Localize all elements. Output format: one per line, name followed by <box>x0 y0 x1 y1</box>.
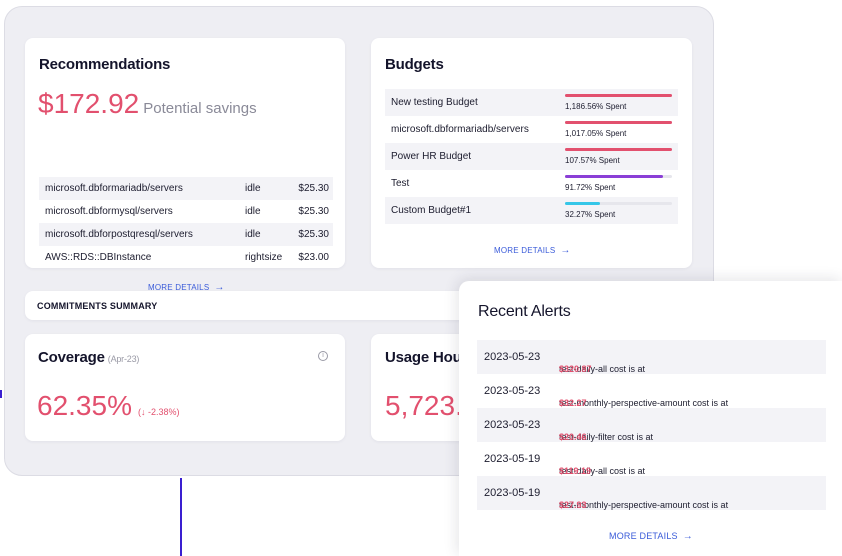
coverage-value-block: 62.35% (↓ -2.38%) <box>37 390 179 422</box>
budget-spent-label: 91.72% Spent <box>565 183 616 192</box>
alert-date: 2023-05-23 <box>484 385 541 397</box>
recent-alerts-title: Recent Alerts <box>478 303 571 320</box>
budget-row[interactable]: New testing Budget 1,186.56% Spent <box>385 89 678 116</box>
budget-progress-bar <box>565 175 672 178</box>
alert-amount: $27.93 <box>559 500 587 510</box>
resource-name: microsoft.dbforpostqresql/servers <box>45 229 193 240</box>
alert-item[interactable]: 2023-05-19 test-monthly-perspective-amou… <box>477 476 826 510</box>
alerts-more-details-link[interactable]: MORE DETAILS → <box>609 531 693 542</box>
recommendation-type: idle <box>245 229 261 240</box>
budget-progress-bar <box>565 202 672 205</box>
coverage-delta: (↓ -2.38%) <box>137 407 180 417</box>
table-row[interactable]: microsoft.dbformysql/servers idle $25.30 <box>39 200 333 223</box>
recent-alerts-panel: Recent Alerts 2023-05-23 test-daily-all … <box>459 281 842 556</box>
budget-progress-fill <box>565 94 672 97</box>
more-details-label: MORE DETAILS <box>609 531 678 541</box>
alerts-list: 2023-05-23 test-daily-all cost is at $32… <box>477 340 826 510</box>
budget-spent-label: 1,186.56% Spent <box>565 102 627 111</box>
recommendations-card: Recommendations $172.92 Potential savings… <box>25 38 345 293</box>
potential-savings: $172.92 Potential savings <box>38 88 257 120</box>
savings-label: Potential savings <box>143 100 257 117</box>
recommendation-type: idle <box>245 206 261 217</box>
resource-name: AWS::RDS::DBInstance <box>45 252 152 263</box>
budgets-table: New testing Budget 1,186.56% Spent micro… <box>385 89 678 224</box>
table-row[interactable]: microsoft.dbformariadb/servers idle $25.… <box>39 177 333 200</box>
alert-date: 2023-05-23 <box>484 419 541 431</box>
budget-progress-bar <box>565 121 672 124</box>
alert-amount: $32.27 <box>559 398 587 408</box>
recommendations-table: microsoft.dbformariadb/servers idle $25.… <box>39 177 333 269</box>
usage-hours-title: Usage Hou <box>385 349 462 366</box>
budget-row[interactable]: Custom Budget#1 32.27% Spent <box>385 197 678 224</box>
alert-date: 2023-05-23 <box>484 351 541 363</box>
coverage-value: 62.35% <box>37 390 132 421</box>
table-row[interactable]: microsoft.dbforpostqresql/servers idle $… <box>39 223 333 246</box>
budgets-card: Budgets New testing Budget 1,186.56% Spe… <box>371 38 692 268</box>
budget-progress-bar <box>565 148 672 151</box>
budget-row[interactable]: Test 91.72% Spent <box>385 170 678 197</box>
resource-name: microsoft.dbformariadb/servers <box>45 183 183 194</box>
alert-amount: $20.46 <box>559 432 587 442</box>
recommendation-type: rightsize <box>245 252 283 263</box>
resource-name: microsoft.dbformysql/servers <box>45 206 173 217</box>
savings-cost: $25.30 <box>298 183 329 194</box>
budget-name: microsoft.dbformariadb/servers <box>391 124 529 135</box>
budget-progress-bar <box>565 94 672 97</box>
budget-name: New testing Budget <box>391 97 478 108</box>
savings-amount: $172.92 <box>38 88 140 119</box>
alert-item[interactable]: 2023-05-23 test-daily-all cost is at $32… <box>477 340 826 374</box>
alert-amount: $320.87 <box>559 364 592 374</box>
more-details-label: MORE DETAILS <box>494 246 556 255</box>
budget-name: Custom Budget#1 <box>391 205 472 216</box>
budget-progress-fill <box>565 202 600 205</box>
savings-cost: $25.30 <box>298 206 329 217</box>
alert-date: 2023-05-19 <box>484 453 541 465</box>
alert-item[interactable]: 2023-05-23 test-monthly-perspective-amou… <box>477 374 826 408</box>
budget-progress-fill <box>565 148 672 151</box>
budget-row[interactable]: Power HR Budget 107.57% Spent <box>385 143 678 170</box>
budget-spent-label: 107.57% Spent <box>565 156 620 165</box>
alert-date: 2023-05-19 <box>484 487 541 499</box>
decorative-line <box>180 478 182 556</box>
budgets-title: Budgets <box>385 56 444 73</box>
coverage-title-label: Coverage <box>38 349 105 366</box>
budget-name: Test <box>391 178 410 189</box>
coverage-period: (Apr-23) <box>107 354 140 364</box>
budget-spent-label: 1,017.05% Spent <box>565 129 627 138</box>
budget-name: Power HR Budget <box>391 151 472 162</box>
savings-cost: $25.30 <box>298 229 329 240</box>
coverage-title: Coverage (Apr-23) <box>38 349 139 366</box>
budgets-more-details-link[interactable]: MORE DETAILS → <box>494 245 571 256</box>
arrow-right-icon: → <box>682 531 693 542</box>
table-row[interactable]: AWS::RDS::DBInstance rightsize $23.00 <box>39 246 333 269</box>
recommendation-type: idle <box>245 183 261 194</box>
alert-item[interactable]: 2023-05-19 test-daily-all cost is at $11… <box>477 442 826 476</box>
alert-item[interactable]: 2023-05-23 test-daily-filter cost is at … <box>477 408 826 442</box>
budget-progress-fill <box>565 175 664 178</box>
budget-progress-fill <box>565 121 672 124</box>
info-icon[interactable]: i <box>318 351 328 361</box>
commitments-summary-title: COMMITMENTS SUMMARY <box>37 301 158 311</box>
budget-row[interactable]: microsoft.dbformariadb/servers 1,017.05%… <box>385 116 678 143</box>
decorative-tick <box>0 390 4 398</box>
coverage-card: Coverage (Apr-23) i 62.35% (↓ -2.38%) <box>25 334 345 441</box>
savings-cost: $23.00 <box>298 252 329 263</box>
recommendations-title: Recommendations <box>39 56 171 73</box>
arrow-right-icon: → <box>560 245 571 256</box>
alert-amount: $119.19 <box>559 466 592 476</box>
usage-hours-value: 5,723. <box>385 390 463 421</box>
budget-spent-label: 32.27% Spent <box>565 210 616 219</box>
